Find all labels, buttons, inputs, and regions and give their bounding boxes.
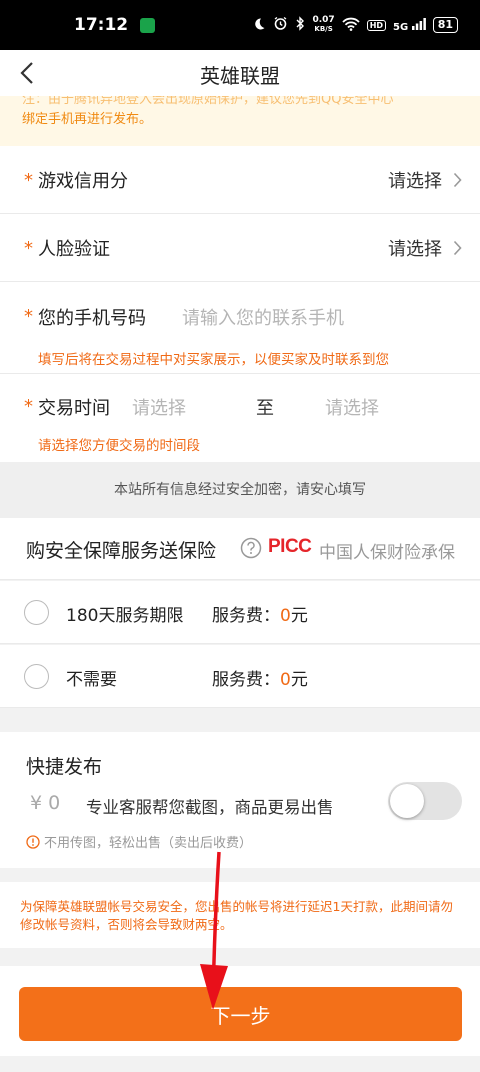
credit-score-label: 游戏信用分	[38, 171, 128, 192]
warning-line-1: 注：由于腾讯异地登入会出现原始保护，建议您先到QQ安全中心	[22, 96, 394, 107]
phone-input[interactable]: 请输入您的联系手机	[182, 304, 344, 330]
quick-publish-hint: 不用传图，轻松出售（卖出后收费）	[26, 832, 252, 851]
page-title: 英雄联盟	[200, 64, 280, 88]
network-speed: 0.07 KB/S	[312, 16, 334, 34]
moon-icon	[252, 17, 266, 34]
chevron-right-icon	[453, 240, 462, 256]
battery-indicator: 81	[432, 17, 458, 33]
trade-time-hint: 请选择您方便交易的时间段	[38, 438, 200, 454]
credit-score-value: 请选择	[388, 171, 442, 192]
trade-time-separator: 至	[256, 398, 274, 419]
trade-time-row: * 交易时间 请选择 至 请选择 请选择您方便交易的时间段	[0, 374, 480, 462]
payout-notice: 为保障英雄联盟帐号交易安全，您出售的帐号将进行延迟1天打款，此期间请勿修改帐号资…	[0, 882, 480, 948]
bottom-action-area: 下一步	[0, 966, 480, 1056]
trade-time-label: 交易时间	[38, 398, 110, 419]
required-mark: *	[24, 396, 33, 417]
required-mark: *	[24, 306, 33, 327]
secure-note: 本站所有信息经过安全加密，请安心填写	[0, 462, 480, 518]
option-label: 不需要	[66, 670, 117, 690]
trade-time-start-picker[interactable]: 请选择	[132, 394, 186, 420]
picc-logo: PICC	[268, 536, 312, 557]
radio-button[interactable]	[24, 664, 49, 689]
alarm-icon	[273, 16, 288, 34]
chevron-right-icon	[453, 172, 462, 188]
insurance-option-none[interactable]: 不需要 服务费：0元	[0, 645, 480, 708]
network-speed-value: 0.07	[312, 15, 335, 25]
option-fee: 服务费：0元	[212, 665, 308, 690]
quick-publish-title: 快捷发布	[26, 756, 103, 778]
fee-unit: 元	[290, 670, 308, 690]
phone-label: 您的手机号码	[38, 308, 146, 329]
face-verify-row[interactable]: * 人脸验证 请选择	[0, 214, 480, 282]
trade-time-end-picker[interactable]: 请选择	[325, 394, 379, 420]
quick-publish-card: 快捷发布 ¥ 0 专业客服帮您截图，商品更易出售 不用传图，轻松出售（卖出后收费…	[0, 732, 480, 868]
phone-hint: 填写后将在交易过程中对买家展示，以便买家及时联系到您	[38, 352, 389, 368]
option-fee: 服务费：0元	[212, 601, 308, 626]
next-step-button[interactable]: 下一步	[19, 987, 462, 1041]
quick-publish-hint-text: 不用传图，轻松出售（卖出后收费）	[44, 836, 253, 851]
fee-label: 服务费：	[212, 606, 280, 626]
quick-publish-toggle[interactable]	[388, 782, 462, 820]
hd-badge: HD	[366, 19, 387, 31]
status-icons: 0.07 KB/S HD 5G 81	[252, 16, 458, 34]
fee-label: 服务费：	[212, 670, 280, 690]
signal-label: 5G	[393, 21, 409, 33]
insurance-option-180-days[interactable]: 180天服务期限 服务费：0元	[0, 581, 480, 644]
toggle-knob	[390, 784, 424, 818]
face-verify-value: 请选择	[388, 239, 442, 260]
insurance-title: 购安全保障服务送保险	[26, 540, 217, 562]
signal-icon: 5G	[393, 17, 426, 33]
warning-banner: 注：由于腾讯异地登入会出现原始保护，建议您先到QQ安全中心 绑定手机再进行发布。	[0, 96, 480, 146]
bluetooth-icon	[295, 16, 305, 34]
face-verify-label: 人脸验证	[38, 239, 110, 260]
insurance-header: 购安全保障服务送保险 PICC 中国人保财险承保	[0, 518, 480, 580]
quick-publish-description: 专业客服帮您截图，商品更易出售	[86, 798, 334, 817]
option-label: 180天服务期限	[66, 606, 184, 626]
warning-line-2: 绑定手机再进行发布。	[22, 112, 153, 127]
quick-publish-price: ¥ 0	[30, 792, 61, 814]
radio-button[interactable]	[24, 600, 49, 625]
required-mark: *	[24, 238, 33, 259]
fee-value: 0	[280, 606, 291, 626]
phone-row: * 您的手机号码 请输入您的联系手机 填写后将在交易过程中对买家展示，以便买家及…	[0, 282, 480, 374]
help-icon[interactable]	[240, 537, 262, 563]
fee-value: 0	[280, 670, 291, 690]
nav-bar: 英雄联盟	[0, 50, 480, 96]
status-time: 17:12	[74, 15, 129, 35]
info-icon	[26, 834, 40, 849]
app-notification-icon	[140, 17, 156, 33]
required-mark: *	[24, 170, 33, 191]
network-speed-unit: KB/S	[314, 25, 333, 33]
fee-unit: 元	[290, 606, 308, 626]
status-bar: 17:12 0.07 KB/S HD 5G 81	[0, 0, 480, 50]
underwriter-text: 中国人保财险承保	[319, 543, 455, 563]
wifi-icon	[342, 17, 360, 34]
credit-score-row[interactable]: * 游戏信用分 请选择	[0, 146, 480, 214]
